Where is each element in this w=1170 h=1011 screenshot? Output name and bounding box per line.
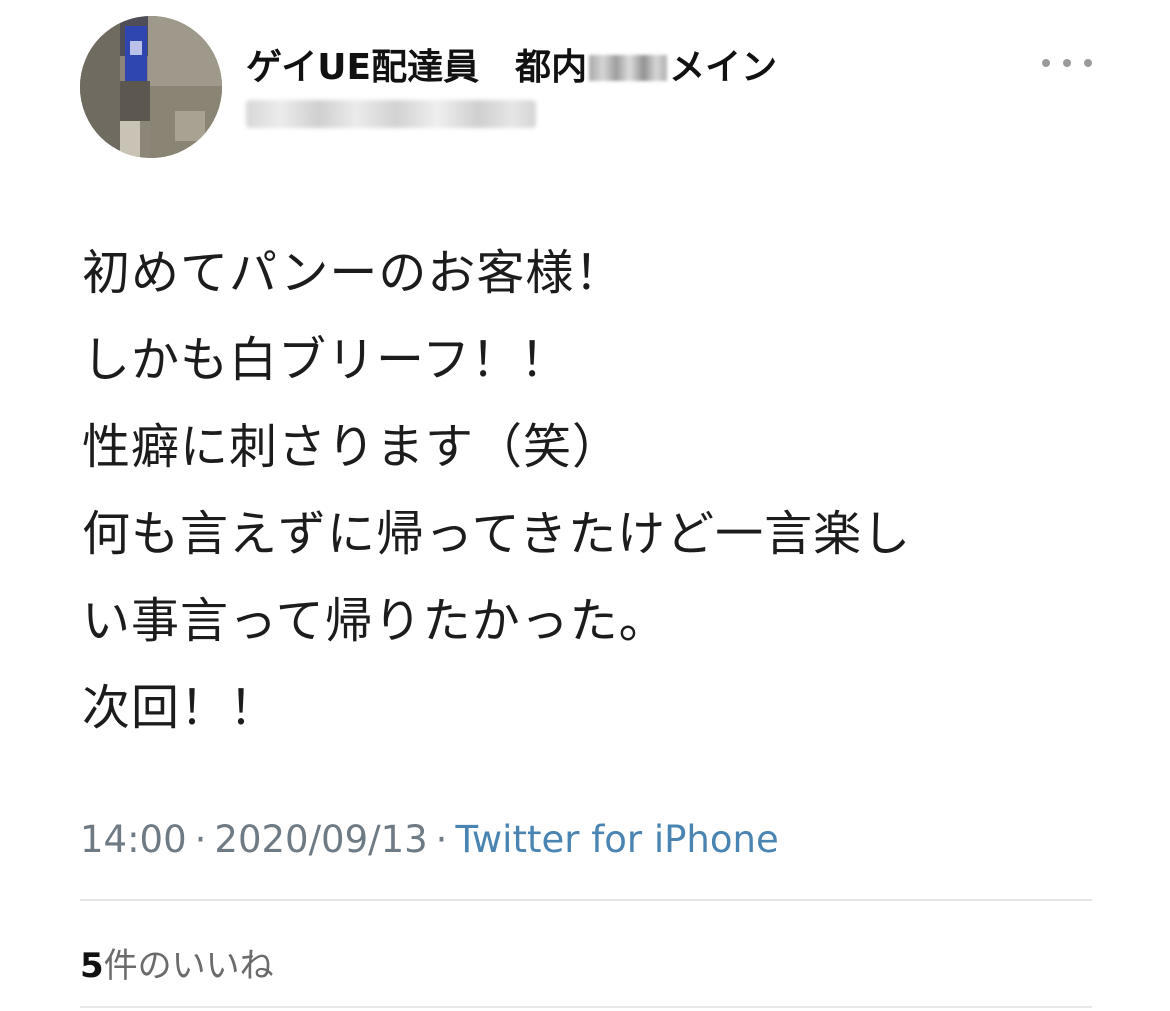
avatar-pixel (130, 41, 142, 55)
tweet-source-link[interactable]: Twitter for iPhone (455, 818, 778, 861)
tweet-line: 性癖に刺さります（笑） (82, 419, 622, 475)
avatar-pixel (120, 121, 140, 158)
tweet-line: 何も言えずに帰ってきたけど一言楽し (82, 506, 912, 562)
tweet-line: しかも白ブリーフ！！ (82, 332, 570, 388)
display-name[interactable]: ゲイUE配達員 都内 メイン (246, 38, 777, 90)
tweet-line: 初めてパンーのお客様！ (82, 245, 624, 301)
tweet-text: 初めてパンーのお客様！ しかも白ブリーフ！！ 性癖に刺さります（笑） 何も言えず… (82, 230, 1122, 752)
tweet-line: い事言って帰りたかった。 (82, 593, 668, 649)
likes-link[interactable]: 5件のいいね (80, 938, 274, 987)
redacted-handle (246, 100, 536, 128)
tweet-line: 次回！！ (82, 680, 279, 736)
avatar-pixel (120, 81, 150, 121)
tweet-time[interactable]: 14:00 (80, 818, 187, 861)
likes-count: 5 (80, 946, 104, 986)
divider (80, 899, 1092, 901)
divider (80, 1006, 1092, 1008)
tweet-meta: 14:00 · 2020/09/13 · Twitter for iPhone (80, 818, 779, 861)
redacted-text (589, 55, 668, 81)
meta-separator: · (435, 818, 448, 861)
meta-separator: · (194, 818, 207, 861)
avatar-pixel (148, 16, 222, 86)
more-dot (1063, 59, 1071, 67)
display-name-suffix: メイン (669, 47, 778, 88)
avatar-pixel (175, 111, 205, 141)
more-dot (1084, 59, 1092, 67)
display-name-prefix: ゲイUE配達員 都内 (246, 47, 588, 88)
avatar-pixel (80, 16, 120, 158)
tweet-date[interactable]: 2020/09/13 (214, 818, 427, 861)
more-dot (1042, 59, 1050, 67)
more-horizontal-icon[interactable] (1042, 48, 1092, 78)
tweet-card: ゲイUE配達員 都内 メイン 初めてパンーのお客様！ しかも白ブリーフ！！ 性癖に… (0, 0, 1170, 1011)
avatar[interactable] (80, 16, 222, 158)
likes-label: 件のいいね (103, 946, 274, 986)
